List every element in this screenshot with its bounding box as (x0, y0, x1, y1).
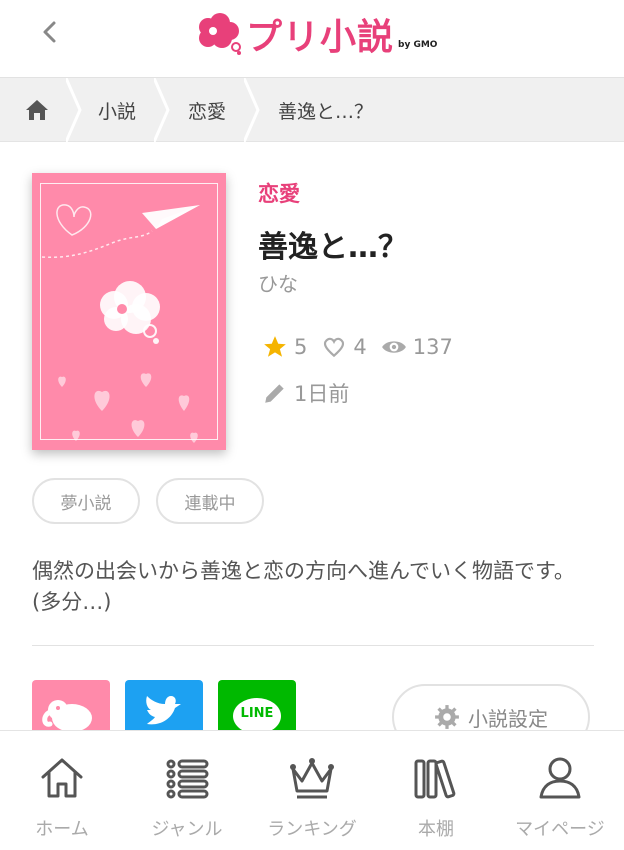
heart-icon (324, 337, 345, 358)
novel-description: 偶然の出会いから善逸と恋の方向へ進んでいく物語です。(多分…) (32, 559, 575, 614)
updated-time: 1日前 (262, 378, 349, 408)
tag-chip[interactable]: 連載中 (156, 478, 264, 524)
logo-text: プリ小説 (246, 17, 395, 58)
star-icon (264, 336, 286, 357)
app-header: プリ小説 by GMO (0, 0, 624, 78)
nav-ranking[interactable]: ランキング (250, 731, 374, 850)
novel-genre[interactable]: 恋愛 (258, 178, 300, 208)
novel-author[interactable]: ひな (258, 268, 298, 297)
novel-stats: 5 4 137 (262, 332, 467, 362)
settings-label: 小説設定 (468, 706, 548, 731)
nav-bookshelf[interactable]: 本棚 (374, 731, 498, 850)
gear-icon (435, 705, 459, 729)
cover-illustration-icon (41, 204, 200, 443)
tag-chip[interactable]: 夢小説 (32, 478, 140, 524)
breadcrumb-item[interactable]: 小説 (98, 78, 136, 142)
breadcrumb-separator (154, 78, 170, 142)
novel-title: 善逸と…？ (258, 230, 408, 265)
breadcrumb: 小説 恋愛 善逸と…？ (0, 78, 624, 142)
nav-home[interactable]: ホーム (0, 731, 124, 850)
nav-label: 本棚 (418, 819, 454, 840)
app-logo[interactable]: プリ小説 by GMO (196, 10, 437, 58)
novel-cover[interactable] (32, 173, 226, 450)
breadcrumb-separator (66, 78, 82, 142)
list-icon (166, 759, 209, 799)
nav-label: ランキング (267, 819, 357, 840)
breadcrumb-home[interactable] (24, 78, 50, 142)
divider (32, 645, 594, 646)
bottom-nav: ホーム ジャンル ランキング 本棚 マイページ (0, 730, 624, 850)
views-count: 137 (412, 335, 453, 359)
breadcrumb-item[interactable]: 恋愛 (188, 78, 226, 142)
home-icon (26, 100, 48, 120)
likes-count: 4 (353, 335, 367, 359)
nav-mypage[interactable]: マイページ (498, 731, 622, 850)
nav-label: マイページ (515, 819, 605, 840)
logo-cloud-icon (199, 13, 241, 55)
eye-icon (381, 341, 406, 353)
nav-genre[interactable]: ジャンル (125, 731, 249, 850)
logo-gmo: by GMO (398, 40, 438, 50)
pencil-icon (265, 384, 284, 403)
breadcrumb-separator (244, 78, 260, 142)
person-icon (539, 757, 581, 799)
nav-label: ホーム (35, 819, 89, 840)
bookshelf-icon (414, 759, 456, 799)
nav-label: ジャンル (151, 819, 223, 840)
home-icon (41, 758, 83, 798)
line-label: LINE (240, 706, 274, 721)
crown-icon (290, 758, 334, 799)
stars-count: 5 (294, 335, 308, 359)
back-arrow-icon[interactable] (36, 18, 64, 46)
breadcrumb-current: 善逸と…？ (278, 100, 374, 123)
updated-text: 1日前 (294, 382, 350, 406)
